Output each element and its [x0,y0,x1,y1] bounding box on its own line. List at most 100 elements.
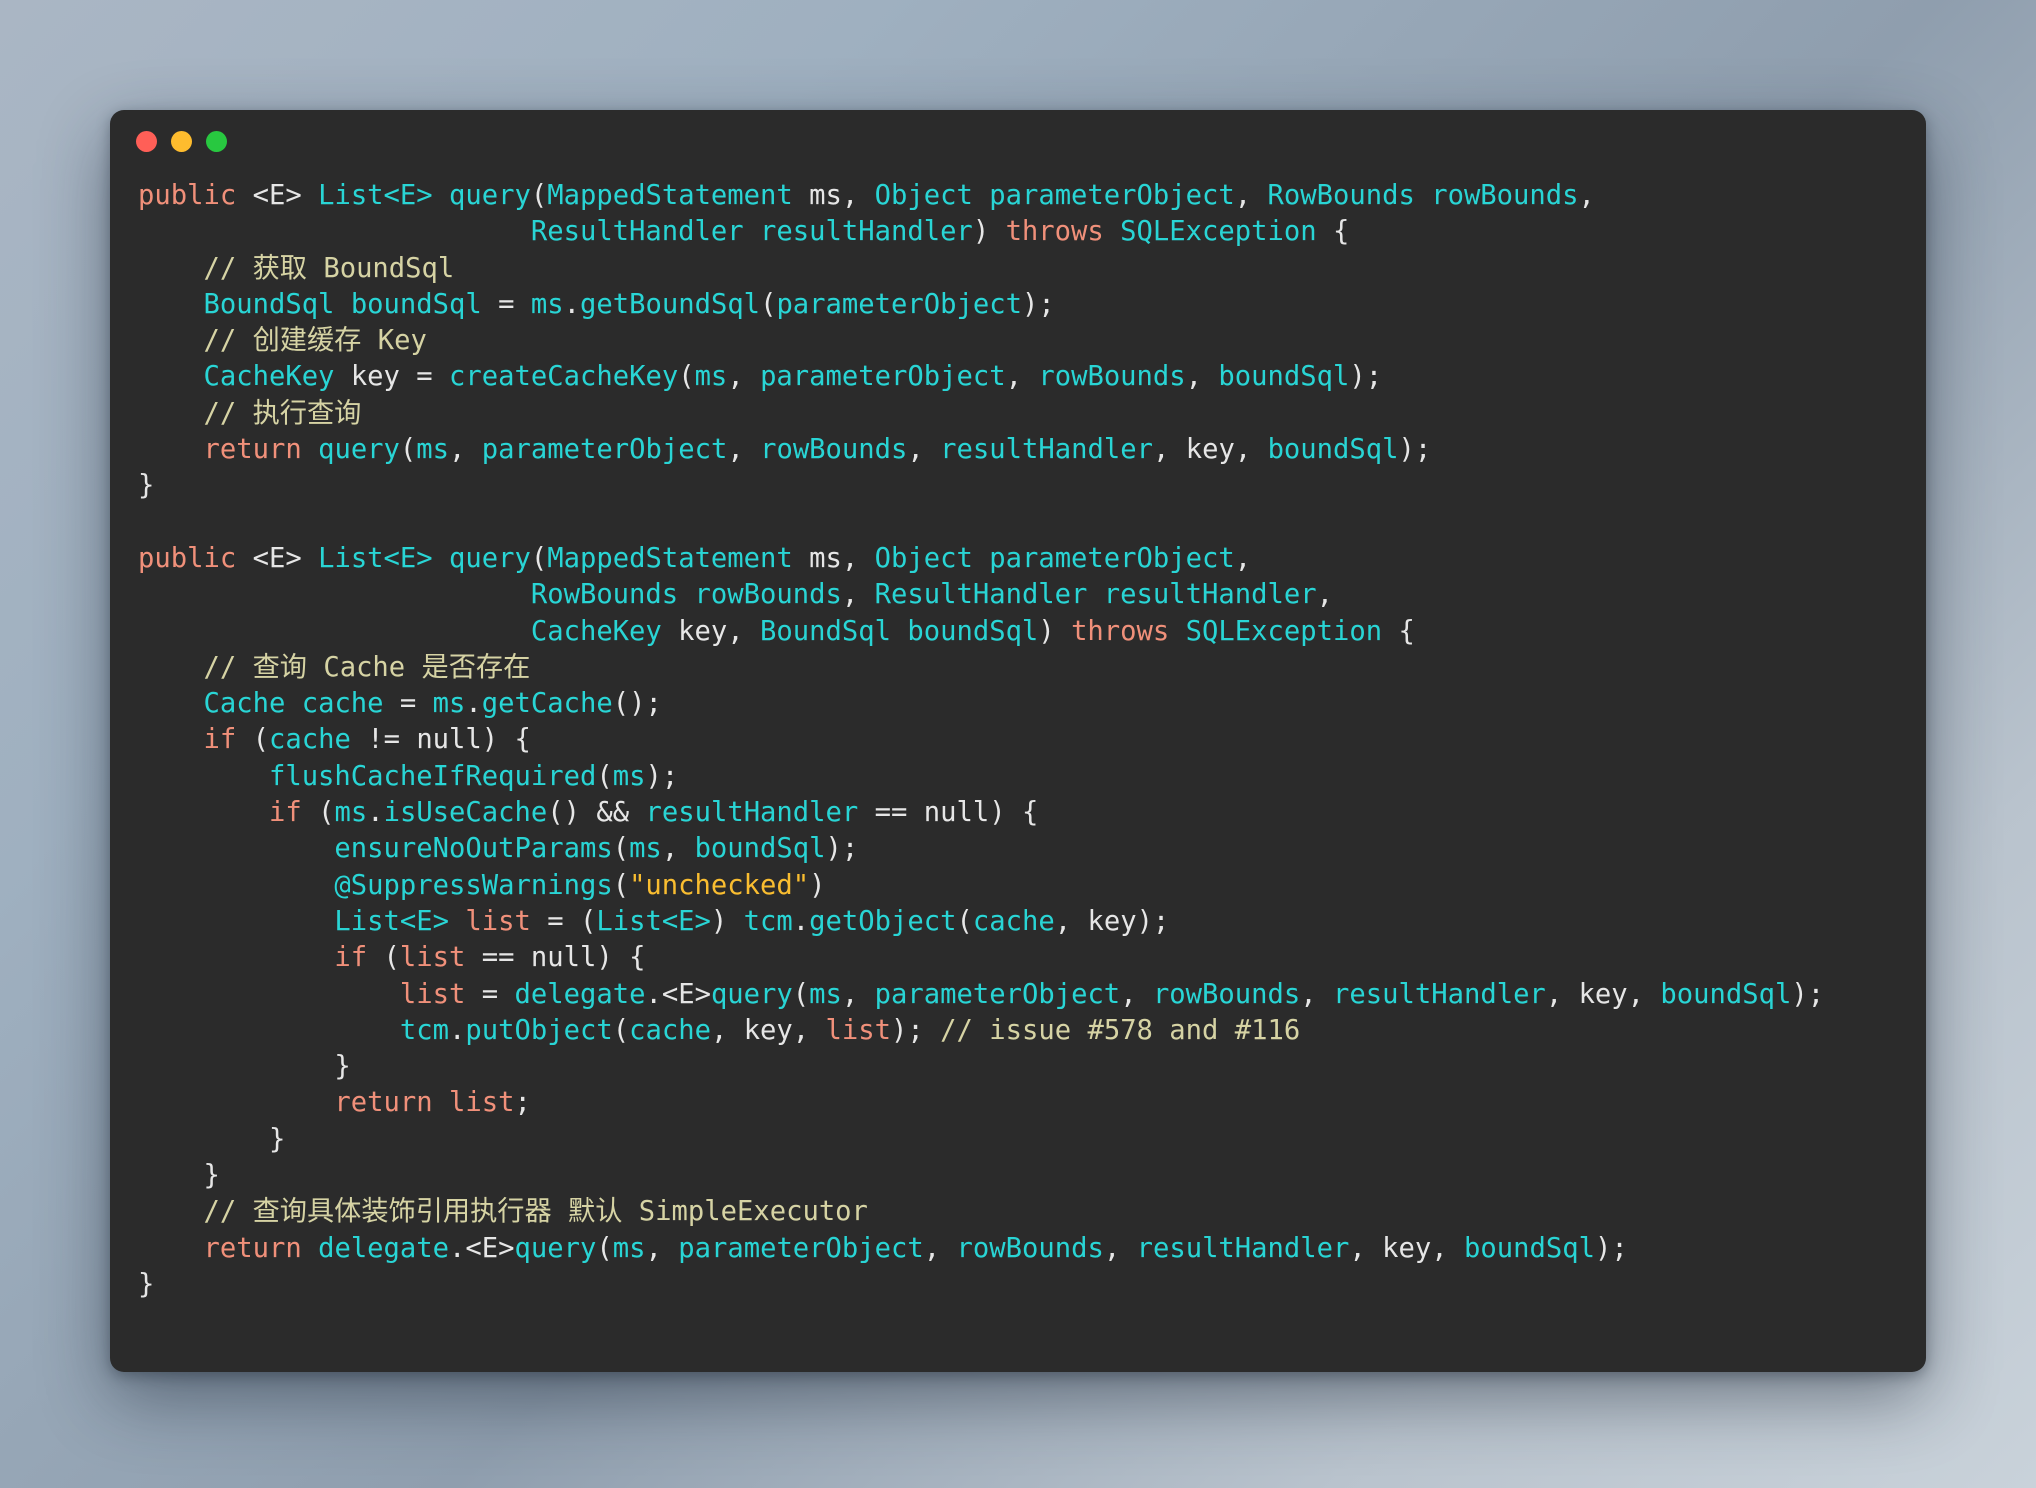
code-token: Object [875,543,973,574]
code-token: <E> [253,543,302,574]
code-token: ); [1022,289,1055,320]
code-token: throws [1071,616,1169,647]
code-token: cache [269,724,351,755]
code-token: <E> [253,180,302,211]
code-token: ) [1038,616,1071,647]
minimize-window-button[interactable] [171,131,192,152]
code-token: ) { [596,942,645,973]
code-token [138,616,531,647]
code-token: resultHandler [760,216,973,247]
code-token [138,797,269,828]
code-token: } [138,1051,351,1082]
code-token: parameterObject [776,289,1022,320]
code-token: ); [891,1015,940,1046]
code-line: @SuppressWarnings("unchecked") [138,868,1926,904]
code-token: // issue #578 and #116 [940,1015,1300,1046]
code-snippet-window: public <E> List<E> query(MappedStatement… [110,110,1926,1372]
code-token: rowBounds [1431,180,1578,211]
code-token: SQLException [1186,616,1382,647]
code-token: ); [1137,906,1170,937]
close-window-button[interactable] [136,131,157,152]
zoom-window-button[interactable] [206,131,227,152]
code-token: rowBounds [760,434,907,465]
code-token: public [138,543,236,574]
code-token: <E> [465,1233,514,1264]
code-token: ( [613,833,629,864]
code-token: key [678,616,727,647]
code-token: parameterObject [875,979,1121,1010]
code-token [138,1233,203,1264]
code-token: // 查询 Cache 是否存在 [203,652,530,683]
code-token: list [400,979,465,1010]
code-token: key [1579,979,1628,1010]
code-token: List<E> [318,180,433,211]
code-token: ( [613,1015,629,1046]
code-token: ( [531,543,547,574]
code-token: MappedStatement [547,180,793,211]
code-line: Cache cache = ms.getCache(); [138,686,1926,722]
code-token: ( [596,761,612,792]
code-line: public <E> List<E> query(MappedStatement… [138,541,1926,577]
code-token: ms [613,1233,646,1264]
code-token: flushCacheIfRequired [269,761,596,792]
code-line: // 查询具体装饰引用执行器 默认 SimpleExecutor [138,1194,1926,1230]
code-token: // 查询具体装饰引用执行器 默认 SimpleExecutor [203,1196,867,1227]
code-line: tcm.putObject(cache, key, list); // issu… [138,1013,1926,1049]
code-token [433,180,449,211]
code-token: != [351,724,416,755]
code-token: ResultHandler [531,216,744,247]
code-token: , [1120,979,1153,1010]
code-token [138,253,203,284]
code-token: null [531,942,596,973]
code-token: boundSql [907,616,1038,647]
code-token: delegate [318,1233,449,1264]
code-token [302,543,318,574]
code-token: = [384,688,433,719]
code-token: , [645,1233,678,1264]
code-token: List<E> [334,906,449,937]
code-line: BoundSql boundSql = ms.getBoundSql(param… [138,287,1926,323]
code-token [138,1196,203,1227]
code-token: // 创建缓存 Key [203,325,426,356]
code-token: = ( [531,906,596,937]
code-token: , [727,361,760,392]
code-token: , [1628,979,1661,1010]
code-token [138,724,203,755]
code-token: ( [367,942,400,973]
code-token: ; [515,1087,531,1118]
code-token: tcm [400,1015,449,1046]
code-token: if [334,942,367,973]
code-token: throws [1006,216,1104,247]
code-token: ); [1791,979,1824,1010]
code-token: , [1300,979,1333,1010]
code-token: key [744,1015,793,1046]
code-token: , [449,434,482,465]
code-block[interactable]: public <E> List<E> query(MappedStatement… [110,172,1926,1303]
code-token: , [727,434,760,465]
code-token: null [416,724,481,755]
code-token: (); [613,688,662,719]
code-line: } [138,1158,1926,1194]
code-token: list [400,942,465,973]
code-token: BoundSql [203,289,334,320]
code-token [138,761,269,792]
code-token: ( [793,979,809,1010]
code-token: parameterObject [482,434,728,465]
code-token: ms [809,979,842,1010]
code-token: resultHandler [1333,979,1546,1010]
code-token: , [1104,1233,1137,1264]
code-token: ms [629,833,662,864]
code-token: List<E> [318,543,433,574]
code-token: ) { [482,724,531,755]
code-token: ) [809,870,825,901]
code-token: , [1153,434,1186,465]
code-token: ResultHandler [875,579,1088,610]
code-token: // 执行查询 [203,398,361,429]
code-token [285,688,301,719]
code-token: , [1546,979,1579,1010]
code-token: MappedStatement [547,543,793,574]
code-token: Cache [203,688,285,719]
code-token: rowBounds [1038,361,1185,392]
code-token: BoundSql [760,616,891,647]
code-token: ); [1399,434,1432,465]
